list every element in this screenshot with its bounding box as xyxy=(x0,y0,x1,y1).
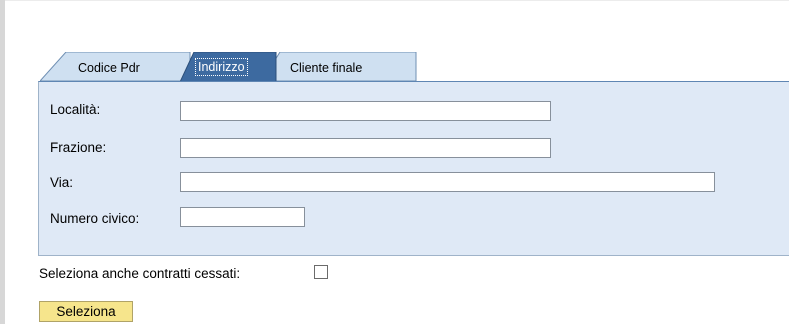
tab-codice-pdr-label: Codice Pdr xyxy=(78,61,140,75)
tab-cliente-finale-label: Cliente finale xyxy=(290,61,363,75)
localita-input[interactable] xyxy=(180,101,551,121)
address-panel: Località: Frazione: Via: Numero civico: xyxy=(38,81,789,256)
contratti-cessati-label: Seleziona anche contratti cessati: xyxy=(39,266,241,281)
left-border xyxy=(0,0,5,324)
via-input[interactable] xyxy=(180,172,715,192)
tab-cliente-finale[interactable]: Cliente finale xyxy=(262,52,418,82)
frazione-label: Frazione: xyxy=(50,140,107,155)
tab-indirizzo[interactable]: Indirizzo xyxy=(180,52,280,82)
numero-civico-input[interactable] xyxy=(180,207,305,227)
contratti-cessati-checkbox[interactable] xyxy=(314,265,328,279)
localita-label: Località: xyxy=(50,102,101,117)
tab-indirizzo-label: Indirizzo xyxy=(195,58,248,76)
tab-codice-pdr[interactable]: Codice Pdr xyxy=(40,52,200,82)
top-divider xyxy=(5,0,789,1)
seleziona-button[interactable]: Seleziona xyxy=(39,301,133,322)
frazione-input[interactable] xyxy=(180,138,551,158)
numero-civico-label: Numero civico: xyxy=(50,211,140,226)
via-label: Via: xyxy=(50,175,74,190)
